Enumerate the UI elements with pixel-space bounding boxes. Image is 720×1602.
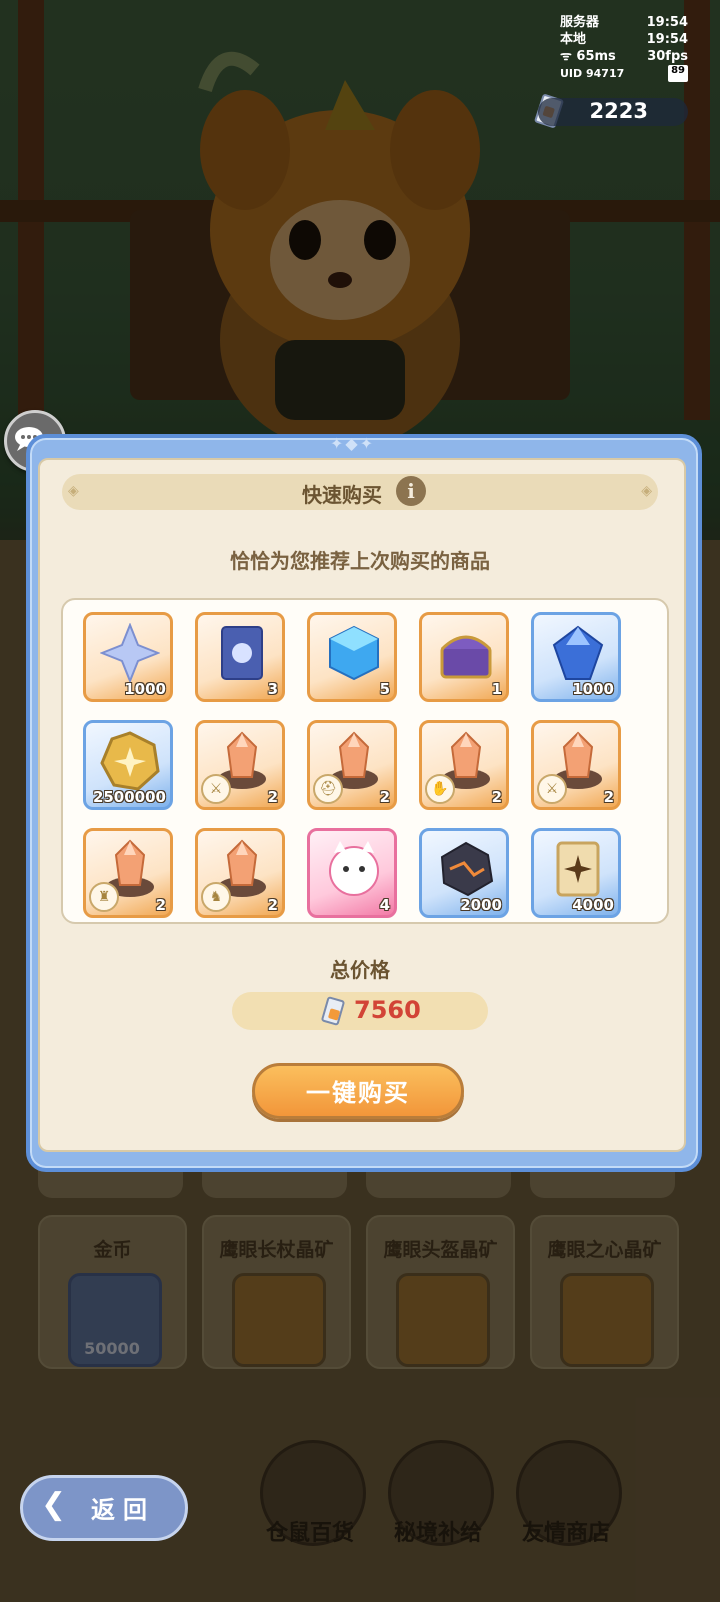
blue-card-item[interactable]: 3 <box>195 612 285 702</box>
crystal-ore-item[interactable]: ♞ 2 <box>195 828 285 918</box>
currency-amount: 2223 <box>589 99 648 123</box>
star-card-item[interactable]: 4000 <box>531 828 621 918</box>
item-quantity: 5 <box>379 680 390 698</box>
item-quantity: 4 <box>379 896 390 914</box>
dark-ore-item[interactable]: 2000 <box>419 828 509 918</box>
total-price-label: 总价格 <box>330 958 390 982</box>
item-grid[interactable]: 1000 3 5 1 1000 2500000 ⚔ 2 ⛑ 2 ✋ 2 ⚔ 2 ♜ 2 ♞ 2 4 2000 4000 <box>61 598 669 924</box>
server-label: 服务器 <box>560 15 600 30</box>
modal-title-bar: ◈ ◈ 快速购买 <box>62 474 658 510</box>
back-label: 返回 <box>91 1496 155 1524</box>
item-quantity: 2 <box>379 788 390 806</box>
armor-badge-icon: ♜ <box>89 882 119 912</box>
currency-display: 2223 <box>538 98 688 126</box>
status-hud: 服务器 19:54 本地 19:54 ᯤ 65ms 30fps UID 94717 89 <box>560 14 688 82</box>
local-time: 19:54 <box>646 32 688 47</box>
battery-icon: 89 <box>668 65 688 82</box>
helmet-badge-icon: ⛑ <box>313 774 343 804</box>
server-time: 19:54 <box>646 15 688 30</box>
item-quantity: 2 <box>491 788 502 806</box>
star-crystal-icon <box>100 623 160 683</box>
crystal-ore-item[interactable]: ⚔ 2 <box>195 720 285 810</box>
sword-badge-icon: ⚔ <box>201 774 231 804</box>
gold-coin-icon <box>100 731 160 791</box>
star-card-icon <box>556 841 600 897</box>
pink-cat-item[interactable]: 4 <box>307 828 397 918</box>
item-quantity: 2 <box>155 896 166 914</box>
one-click-buy-button[interactable]: 一键购买 <box>252 1063 464 1119</box>
item-quantity: 2 <box>267 896 278 914</box>
local-label: 本地 <box>560 32 587 47</box>
treasure-chest-icon <box>440 635 492 679</box>
modal-title: 快速购买 <box>302 483 382 507</box>
item-quantity: 4000 <box>572 896 614 914</box>
crystal-ore-item[interactable]: ⛑ 2 <box>307 720 397 810</box>
ticket-icon <box>320 996 346 1026</box>
blue-gem-item[interactable]: 1000 <box>531 612 621 702</box>
item-quantity: 1000 <box>124 680 166 698</box>
dark-ore-icon <box>440 841 494 897</box>
fps: 30fps <box>647 49 688 64</box>
gloves-badge-icon: ✋ <box>425 774 455 804</box>
back-arrow-icon: ❮ <box>41 1487 67 1522</box>
gold-coin-item[interactable]: 2500000 <box>83 720 173 810</box>
treasure-chest-item[interactable]: 1 <box>419 612 509 702</box>
item-quantity: 2 <box>603 788 614 806</box>
wifi-icon: ᯤ <box>560 49 577 64</box>
blue-gem-icon <box>552 625 604 680</box>
boots-badge-icon: ♞ <box>201 882 231 912</box>
decorative-diamonds-icon: ✦◆✦ <box>330 434 376 453</box>
blue-card-icon <box>221 626 263 680</box>
total-price-pill: 7560 <box>232 992 488 1030</box>
rainbow-cube-item[interactable]: 5 <box>307 612 397 702</box>
item-quantity: 2000 <box>460 896 502 914</box>
crystal-ore-item[interactable]: ⚔ 2 <box>531 720 621 810</box>
rainbow-cube-icon <box>329 625 379 681</box>
pink-cat-icon <box>329 841 379 896</box>
uid: UID 94717 <box>560 67 625 80</box>
info-icon[interactable]: i <box>396 476 426 506</box>
star-crystal-item[interactable]: 1000 <box>83 612 173 702</box>
sword-badge-icon: ⚔ <box>537 774 567 804</box>
total-price-value: 7560 <box>354 996 421 1024</box>
item-quantity: 3 <box>267 680 278 698</box>
item-quantity: 2500000 <box>92 788 166 806</box>
back-button[interactable]: ❮ 返回 <box>20 1475 188 1541</box>
crystal-ore-item[interactable]: ♜ 2 <box>83 828 173 918</box>
item-quantity: 2 <box>267 788 278 806</box>
item-quantity: 1 <box>491 680 502 698</box>
item-quantity: 1000 <box>572 680 614 698</box>
crystal-ore-item[interactable]: ✋ 2 <box>419 720 509 810</box>
recommendation-text: 恰恰为您推荐上次购买的商品 <box>230 549 490 573</box>
ping: 65ms <box>576 49 616 64</box>
